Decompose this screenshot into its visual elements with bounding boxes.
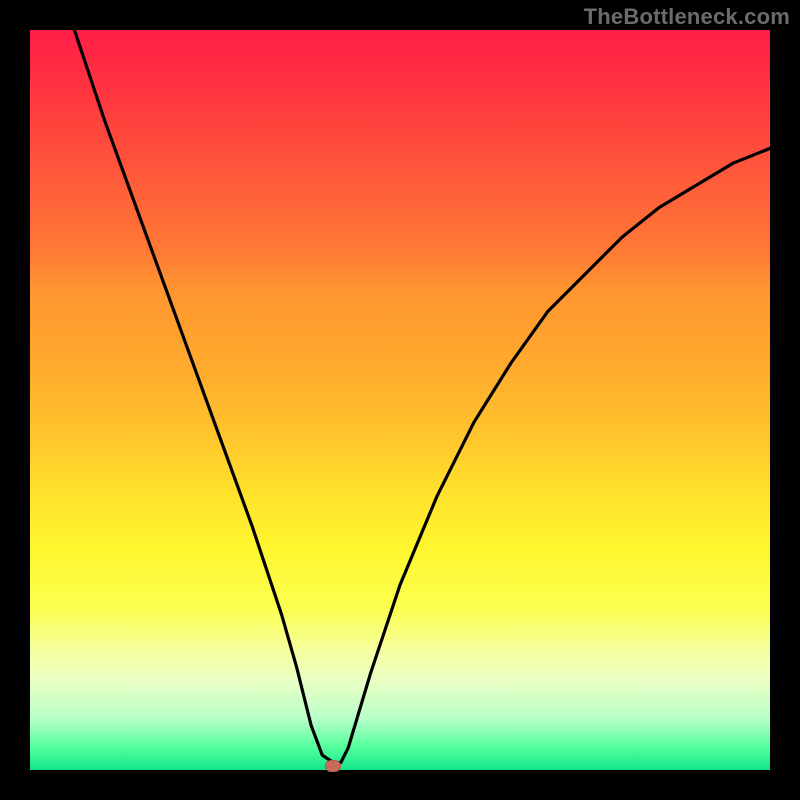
bottleneck-curve [74, 30, 770, 763]
curve-svg [30, 30, 770, 770]
min-point-marker [325, 760, 341, 772]
plot-area [30, 30, 770, 770]
chart-frame: TheBottleneck.com [0, 0, 800, 800]
watermark-text: TheBottleneck.com [584, 4, 790, 30]
